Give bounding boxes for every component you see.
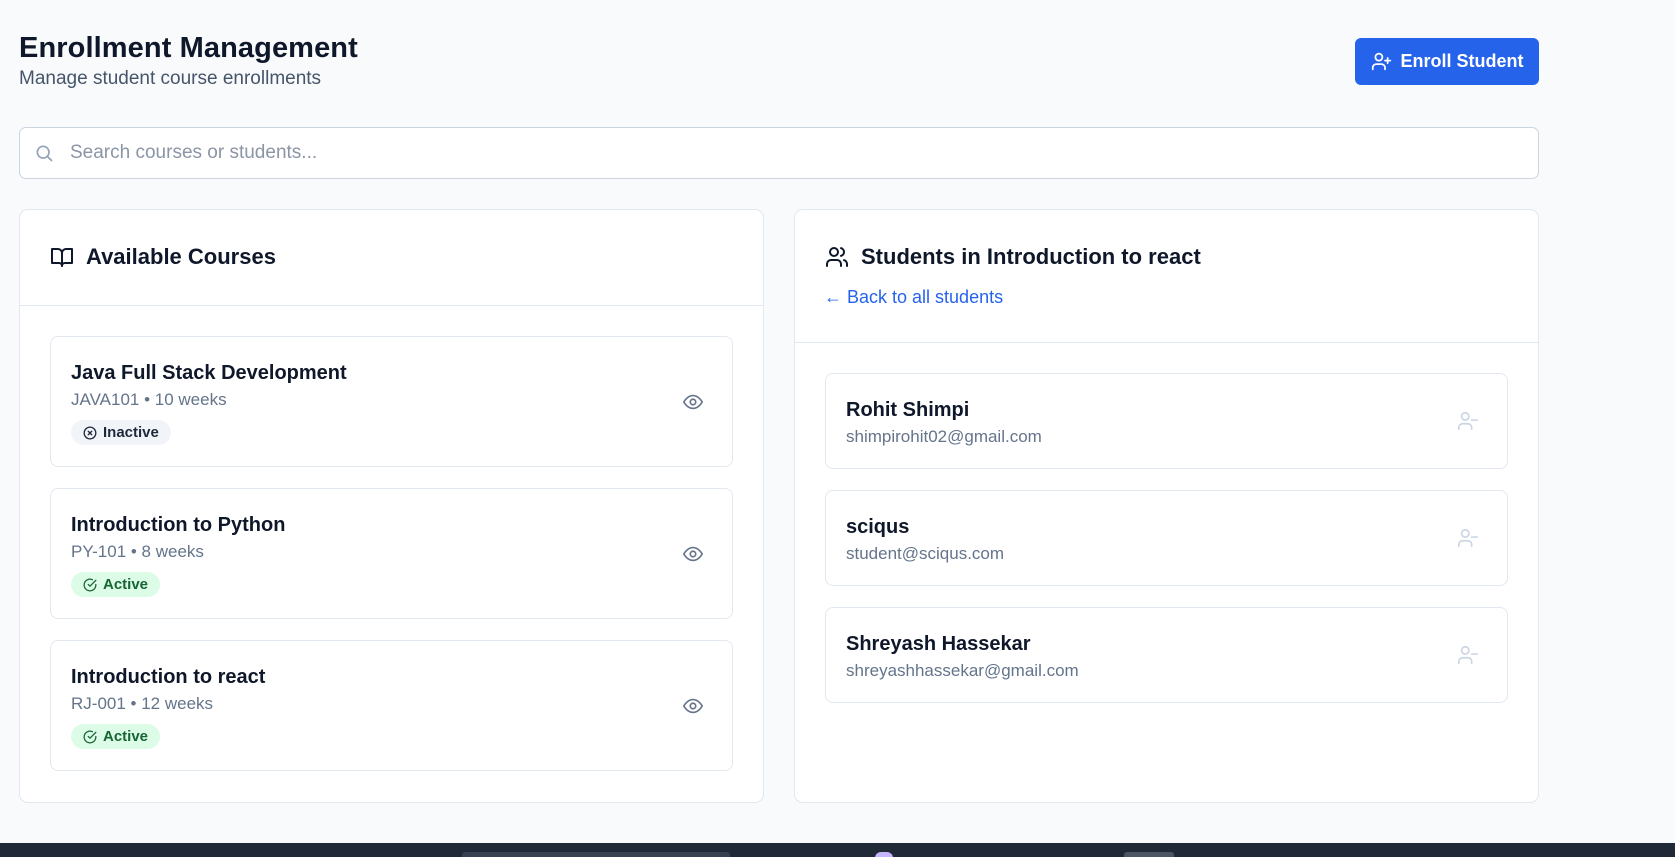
page-title: Enrollment Management: [19, 32, 358, 64]
course-name: Introduction to Python: [71, 514, 286, 536]
student-email: student@sciqus.com: [846, 544, 1005, 563]
enrollment-page: Enrollment Management Manage student cou…: [0, 0, 1675, 857]
student-card: Shreyash Hassekar shreyashhassekar@gmail…: [825, 607, 1508, 703]
page-subtitle: Manage student course enrollments: [19, 68, 322, 89]
view-course-button[interactable]: [682, 543, 704, 565]
taskbar-item[interactable]: [462, 852, 730, 857]
unenroll-student-button[interactable]: [1457, 410, 1479, 432]
student-name: Rohit Shimpi: [846, 399, 970, 421]
user-minus-icon: [1458, 411, 1478, 431]
x-circle-icon: [83, 426, 97, 439]
students-panel-title: Students in Introduction to react: [861, 244, 1201, 269]
user-minus-icon: [1458, 645, 1478, 665]
os-taskbar: [0, 843, 1675, 857]
status-badge-label: Active: [103, 728, 149, 745]
check-circle-icon: [83, 578, 97, 591]
check-circle-icon: [83, 730, 97, 743]
view-course-button[interactable]: [682, 695, 704, 717]
status-badge-label: Inactive: [103, 424, 159, 441]
students-panel-header: Students in Introduction to react ← Back…: [795, 210, 1538, 343]
taskbar-item[interactable]: [875, 852, 893, 857]
enroll-student-label: Enroll Student: [1400, 51, 1524, 71]
courses-panel-title: Available Courses: [86, 244, 276, 269]
taskbar-item[interactable]: [1124, 852, 1174, 857]
unenroll-student-button[interactable]: [1457, 644, 1479, 666]
course-list: Java Full Stack Development JAVA101 • 10…: [20, 306, 763, 771]
student-name: Shreyash Hassekar: [846, 633, 1031, 655]
student-name: sciqus: [846, 516, 910, 538]
course-card[interactable]: Java Full Stack Development JAVA101 • 10…: [50, 336, 733, 467]
unenroll-student-button[interactable]: [1457, 527, 1479, 549]
view-course-button[interactable]: [682, 391, 704, 413]
book-open-icon: [51, 248, 73, 267]
student-card: sciqus student@sciqus.com: [825, 490, 1508, 586]
student-list: Rohit Shimpi shimpirohit02@gmail.com sci…: [795, 343, 1538, 703]
student-email: shimpirohit02@gmail.com: [846, 427, 1042, 446]
course-meta: JAVA101 • 10 weeks: [71, 390, 227, 409]
status-badge-label: Active: [103, 576, 149, 593]
back-to-all-students-link[interactable]: ← Back to all students: [824, 287, 1003, 308]
status-badge: Active: [71, 724, 161, 749]
status-badge: Active: [71, 572, 161, 597]
student-email: shreyashhassekar@gmail.com: [846, 661, 1079, 680]
page-header: Enrollment Management Manage student cou…: [19, 30, 1539, 96]
search-input[interactable]: [20, 128, 1538, 178]
available-courses-panel: Available Courses Java Full Stack Develo…: [19, 209, 764, 803]
status-badge: Inactive: [71, 420, 171, 445]
users-icon: [826, 247, 848, 267]
course-students-panel: Students in Introduction to react ← Back…: [794, 209, 1539, 803]
search-icon: [36, 145, 53, 162]
course-name: Introduction to react: [71, 666, 266, 688]
course-meta: RJ-001 • 12 weeks: [71, 694, 214, 713]
search-bar: [19, 127, 1539, 179]
student-card: Rohit Shimpi shimpirohit02@gmail.com: [825, 373, 1508, 469]
course-card[interactable]: Introduction to react RJ-001 • 12 weeks …: [50, 640, 733, 771]
courses-panel-header: Available Courses: [20, 210, 763, 306]
user-plus-icon: [1371, 52, 1391, 71]
eye-icon: [683, 394, 703, 410]
course-name: Java Full Stack Development: [71, 362, 347, 384]
eye-icon: [683, 546, 703, 562]
user-minus-icon: [1458, 528, 1478, 548]
course-card[interactable]: Introduction to Python PY-101 • 8 weeks …: [50, 488, 733, 619]
eye-icon: [683, 698, 703, 714]
course-meta: PY-101 • 8 weeks: [71, 542, 204, 561]
enroll-student-button[interactable]: Enroll Student: [1355, 38, 1539, 85]
